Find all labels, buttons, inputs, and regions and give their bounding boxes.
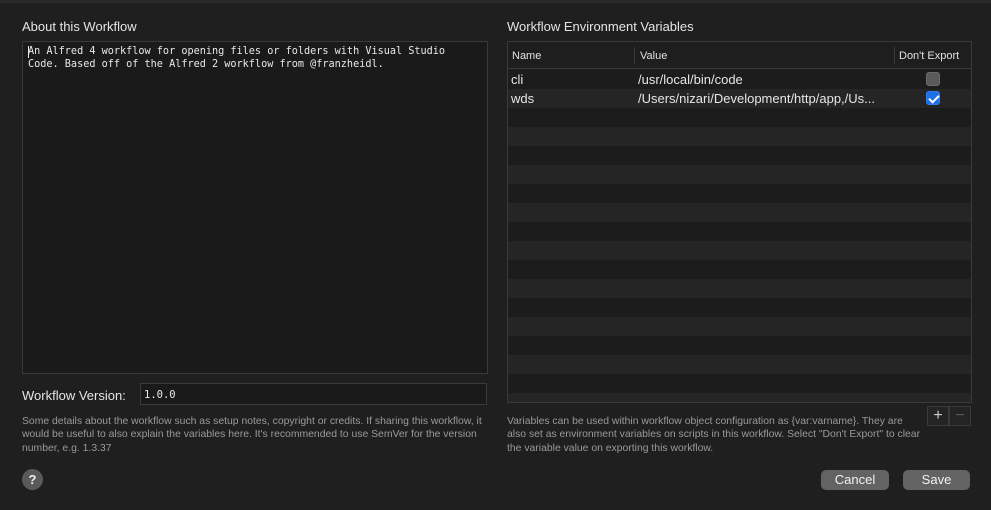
empty-table-row [508, 108, 971, 127]
env-help-text: Variables can be used within workflow ob… [507, 416, 921, 454]
table-header: Name Value Don't Export [508, 42, 971, 69]
table-row[interactable]: cli/usr/local/bin/code [508, 70, 971, 89]
help-button[interactable]: ? [22, 469, 43, 490]
empty-table-row [508, 127, 971, 146]
variable-value-cell[interactable]: /usr/local/bin/code [638, 72, 896, 87]
about-textarea[interactable]: An Alfred 4 workflow for opening files o… [22, 41, 488, 374]
empty-table-row [508, 222, 971, 241]
version-input[interactable]: 1.0.0 [140, 383, 487, 405]
empty-table-row [508, 336, 971, 355]
empty-table-row [508, 374, 971, 393]
window-top-edge [0, 0, 991, 3]
add-variable-button[interactable]: + [927, 406, 949, 426]
empty-table-row [508, 317, 971, 336]
empty-table-row [508, 203, 971, 222]
cancel-button[interactable]: Cancel [821, 470, 889, 490]
variable-value-cell[interactable]: /Users/nizari/Development/http/app,/Us..… [638, 91, 896, 106]
empty-table-row [508, 298, 971, 317]
about-help-text: Some details about the workflow such as … [22, 416, 482, 454]
variable-name-cell[interactable]: wds [511, 91, 631, 106]
empty-table-row [508, 165, 971, 184]
column-header-value[interactable]: Value [640, 50, 667, 62]
empty-table-row [508, 241, 971, 260]
column-header-name[interactable]: Name [512, 50, 541, 62]
save-button[interactable]: Save [903, 470, 970, 490]
table-row[interactable]: wds/Users/nizari/Development/http/app,/U… [508, 89, 971, 108]
dont-export-checkbox[interactable] [926, 91, 940, 105]
about-section-title: About this Workflow [22, 19, 137, 34]
table-body: cli/usr/local/bin/code wds/Users/nizari/D… [508, 70, 971, 402]
variable-name-cell[interactable]: cli [511, 72, 631, 87]
empty-table-row [508, 279, 971, 298]
column-divider[interactable] [894, 47, 895, 64]
empty-table-row [508, 260, 971, 279]
empty-table-row [508, 393, 971, 402]
empty-table-row [508, 146, 971, 165]
empty-table-row [508, 355, 971, 374]
env-section-title: Workflow Environment Variables [507, 19, 694, 34]
about-text: An Alfred 4 workflow for opening files o… [28, 46, 446, 70]
dont-export-checkbox[interactable] [926, 72, 940, 86]
column-header-dont-export[interactable]: Don't Export [899, 50, 959, 62]
remove-variable-button[interactable]: − [949, 406, 971, 426]
version-label: Workflow Version: [22, 388, 126, 403]
column-divider[interactable] [634, 47, 635, 64]
empty-table-row [508, 184, 971, 203]
env-variables-table[interactable]: Name Value Don't Export cli/usr/local/bi… [507, 41, 972, 403]
